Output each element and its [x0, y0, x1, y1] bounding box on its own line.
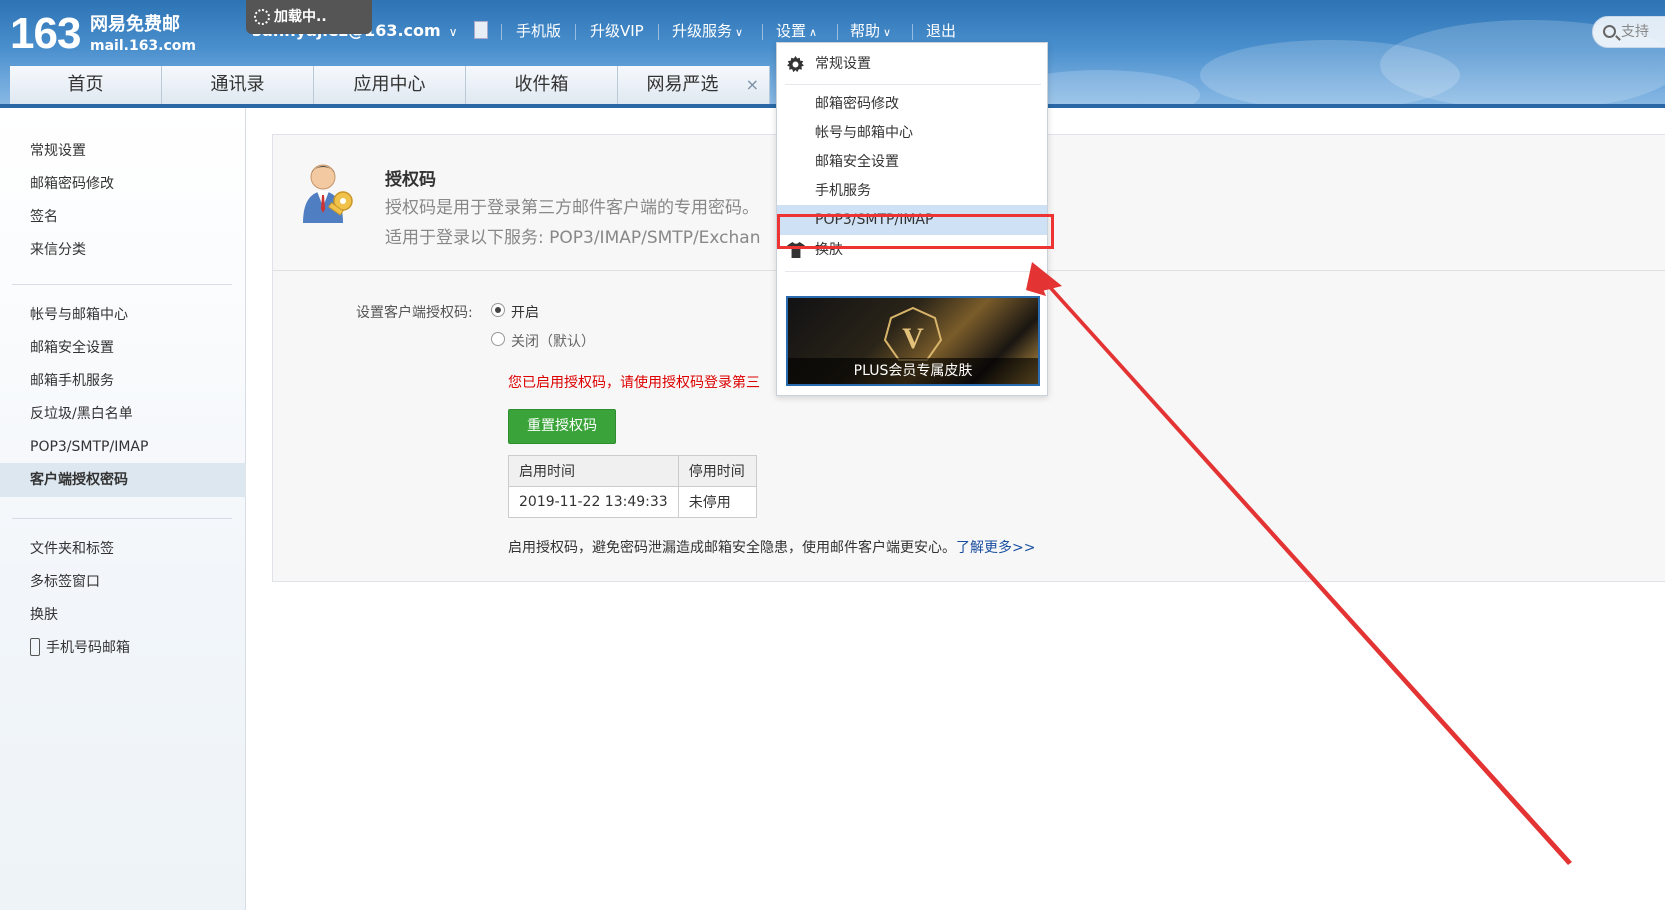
col-enabled-time: 启用时间	[508, 455, 679, 487]
sidebar-divider	[12, 284, 232, 285]
auth-code-description: 授权码是用于登录第三方邮件客户端的专用密码。 适用于登录以下服务: POP3/I…	[385, 193, 761, 253]
tab-yanxuan[interactable]: 网易严选 ×	[618, 66, 770, 104]
dropdown-divider	[785, 271, 1041, 272]
loading-indicator: 加载中..	[246, 0, 372, 34]
dropdown-item-account-center[interactable]: 帐号与邮箱中心	[777, 118, 1047, 148]
nav-upgrade-service-label: 升级服务	[672, 22, 733, 40]
dropdown-item-general-label: 常规设置	[815, 56, 871, 72]
plus-skin-label: PLUS会员专属皮肤	[788, 358, 1038, 384]
logo-url[interactable]: mail.163.com	[90, 38, 196, 54]
plus-skin-banner[interactable]: V PLUS会员专属皮肤	[786, 296, 1040, 386]
sidebar-item-folders[interactable]: 文件夹和标签	[0, 532, 246, 566]
nav-help[interactable]: 帮助 ∨	[850, 20, 891, 44]
radio-enable-label[interactable]: 开启	[511, 302, 539, 322]
sidebar-item-general[interactable]: 常规设置	[0, 134, 246, 168]
auth-code-desc-line2: 适用于登录以下服务: POP3/IMAP/SMTP/Exchan	[385, 228, 761, 248]
gear-icon	[787, 56, 804, 73]
logo-number[interactable]: 163	[10, 10, 81, 58]
auth-code-title: 授权码	[385, 170, 436, 190]
col-disabled-time: 停用时间	[677, 455, 757, 487]
nav-divider	[912, 24, 913, 40]
nav-divider	[501, 24, 502, 40]
radio-disable[interactable]	[491, 332, 505, 346]
dropdown-item-phone-service[interactable]: 手机服务	[777, 176, 1047, 206]
table-header-row: 启用时间 停用时间	[508, 455, 757, 487]
auth-code-desc-line1: 授权码是用于登录第三方邮件客户端的专用密码。	[385, 198, 759, 218]
sidebar-divider	[12, 518, 232, 519]
table-row: 2019-11-22 13:49:33 未停用	[508, 486, 757, 518]
contact-card-icon[interactable]	[474, 21, 488, 39]
auth-footnote-text: 启用授权码，避免密码泄漏造成邮箱安全隐患，使用邮件客户端更安心。	[508, 540, 956, 556]
tab-inbox[interactable]: 收件箱	[466, 66, 618, 104]
annotation-highlight-box	[777, 214, 1054, 249]
nav-divider	[575, 24, 576, 40]
dropdown-item-security[interactable]: 邮箱安全设置	[777, 147, 1047, 177]
nav-divider	[658, 24, 659, 40]
search-placeholder: 支持	[1621, 24, 1649, 40]
sidebar-item-pop3[interactable]: POP3/SMTP/IMAP	[0, 430, 246, 464]
chevron-down-icon: ∨	[883, 26, 892, 39]
nav-divider	[762, 24, 763, 40]
nav-help-label: 帮助	[850, 22, 881, 40]
sidebar-item-mail-rules[interactable]: 来信分类	[0, 233, 246, 267]
sidebar-item-phone-mailbox[interactable]: 手机号码邮箱	[0, 631, 246, 665]
learn-more-link[interactable]: 了解更多>>	[956, 540, 1035, 556]
sidebar-item-password[interactable]: 邮箱密码修改	[0, 167, 246, 201]
tab-contacts[interactable]: 通讯录	[162, 66, 314, 104]
close-icon[interactable]: ×	[746, 66, 759, 104]
search-box[interactable]: 支持	[1592, 16, 1665, 48]
nav-settings[interactable]: 设置 ∧	[776, 20, 817, 44]
enabled-message: 您已启用授权码，请使用授权码登录第三	[508, 375, 760, 391]
radio-disable-label[interactable]: 关闭（默认）	[511, 331, 595, 351]
nav-settings-label: 设置	[776, 22, 807, 40]
user-key-icon	[303, 164, 353, 223]
disabled-time-value: 未停用	[677, 486, 757, 518]
radio-enable[interactable]	[491, 303, 505, 317]
sidebar-item-skin[interactable]: 换肤	[0, 598, 246, 632]
chevron-down-icon: ∨	[448, 25, 458, 39]
chevron-down-icon: ∨	[735, 26, 744, 39]
sidebar-item-account-center[interactable]: 帐号与邮箱中心	[0, 298, 246, 332]
search-icon	[1603, 25, 1616, 38]
vip-badge-icon: V	[883, 306, 943, 361]
nav-logout[interactable]: 退出	[926, 20, 956, 42]
sidebar-item-multi-tab[interactable]: 多标签窗口	[0, 565, 246, 599]
tab-home[interactable]: 首页	[10, 66, 162, 104]
nav-mobile[interactable]: 手机版	[516, 20, 561, 42]
nav-upgrade-vip[interactable]: 升级VIP	[590, 20, 644, 42]
auth-setting-label: 设置客户端授权码:	[356, 305, 473, 321]
auth-time-table: 启用时间 停用时间 2019-11-22 13:49:33 未停用	[508, 455, 757, 518]
sidebar-item-phone-service[interactable]: 邮箱手机服务	[0, 364, 246, 398]
reset-auth-code-button[interactable]: 重置授权码	[508, 409, 616, 444]
sidebar-item-security[interactable]: 邮箱安全设置	[0, 331, 246, 365]
enabled-time-value: 2019-11-22 13:49:33	[508, 486, 679, 518]
loading-text: 加载中..	[274, 9, 327, 25]
auth-footnote: 启用授权码，避免密码泄漏造成邮箱安全隐患，使用邮件客户端更安心。了解更多>>	[508, 537, 1035, 557]
dropdown-divider	[785, 84, 1041, 85]
spinner-icon	[254, 9, 270, 25]
dropdown-item-general[interactable]: 常规设置	[777, 49, 1047, 79]
chevron-up-icon: ∧	[809, 26, 818, 39]
tab-yanxuan-label: 网易严选	[646, 74, 719, 95]
tab-app-center[interactable]: 应用中心	[314, 66, 466, 104]
settings-sidebar: 常规设置 邮箱密码修改 签名 来信分类 帐号与邮箱中心 邮箱安全设置 邮箱手机服…	[0, 108, 246, 910]
phone-icon	[30, 638, 40, 656]
sidebar-item-signature[interactable]: 签名	[0, 200, 246, 234]
vip-badge-letter: V	[902, 322, 924, 355]
logo-name[interactable]: 网易免费邮	[90, 14, 180, 36]
sidebar-item-phone-mailbox-label: 手机号码邮箱	[46, 640, 130, 656]
nav-upgrade-service[interactable]: 升级服务 ∨	[672, 20, 743, 44]
sidebar-item-antispam[interactable]: 反垃圾/黑白名单	[0, 397, 246, 431]
nav-divider	[837, 24, 838, 40]
mail-settings-page: 163 网易免费邮 mail.163.com sunnyajiez@163.co…	[0, 0, 1665, 910]
dropdown-item-password[interactable]: 邮箱密码修改	[777, 89, 1047, 119]
sidebar-item-client-auth[interactable]: 客户端授权密码	[0, 463, 246, 497]
